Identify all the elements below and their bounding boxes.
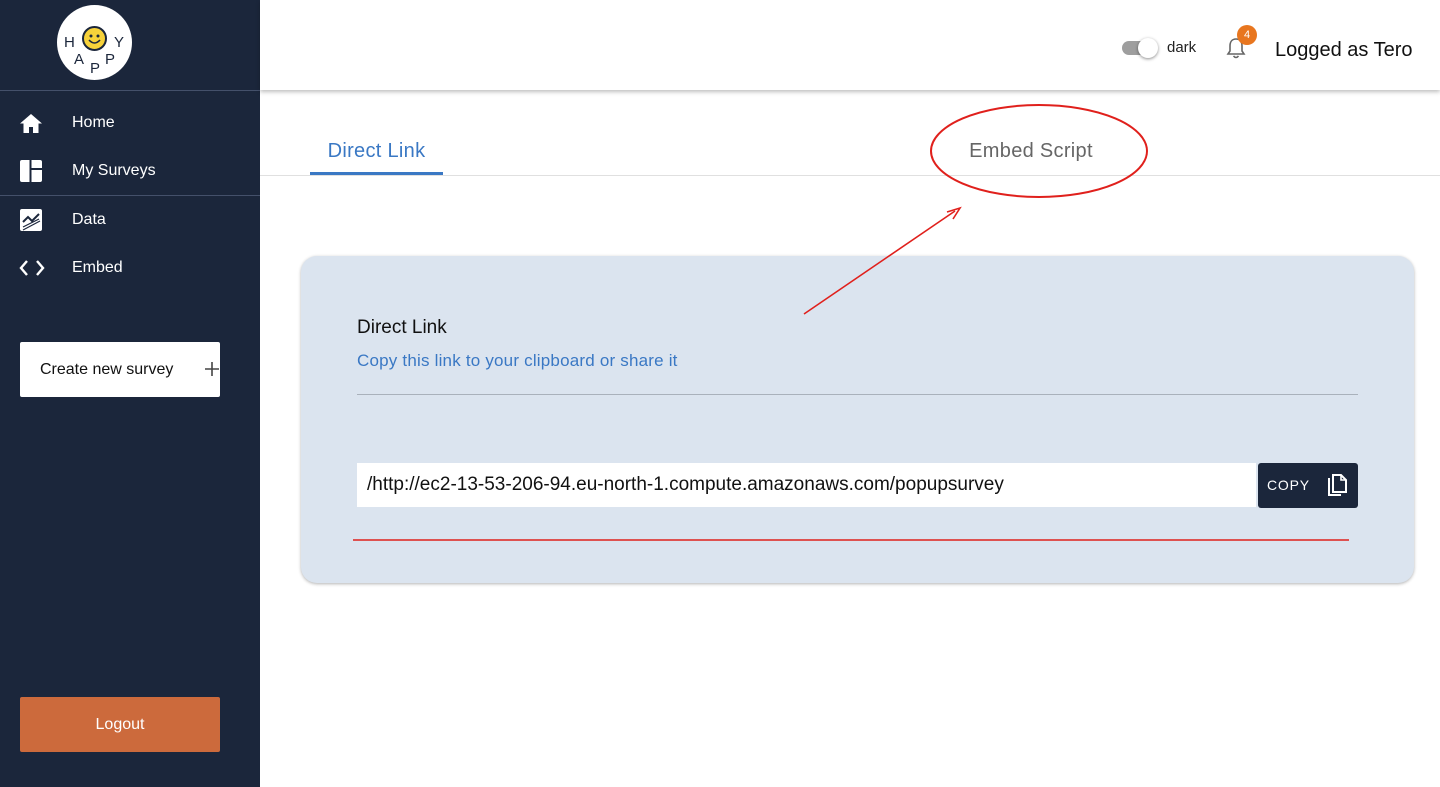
card-subtitle: Copy this link to your clipboard or shar…: [357, 351, 678, 370]
toggle-thumb: [1138, 38, 1158, 58]
annotation-arrowhead: [946, 206, 962, 220]
sidebar-item-label: Embed: [72, 259, 123, 276]
dark-mode-label: dark: [1167, 39, 1197, 56]
chart-icon: [19, 208, 43, 232]
logout-button[interactable]: Logout: [20, 697, 220, 752]
logo-letter: Y: [114, 34, 125, 51]
direct-link-field[interactable]: [357, 463, 1256, 507]
sidebar-divider: [0, 90, 260, 91]
code-icon: [19, 256, 45, 280]
sidebar-item-my-surveys[interactable]: My Surveys: [0, 149, 260, 193]
logo-letter: P: [105, 51, 116, 68]
tab-direct-link[interactable]: Direct Link: [310, 128, 443, 174]
top-header: dark 4 Logged as Tero: [260, 0, 1440, 90]
dashboard-icon: [19, 159, 43, 183]
plus-icon: [204, 361, 220, 377]
copy-label: COPY: [1267, 477, 1310, 493]
dark-mode-toggle[interactable]: [1122, 38, 1158, 58]
logo-letter: H: [64, 34, 75, 51]
copy-icon: [1326, 473, 1348, 499]
notification-count-badge: 4: [1237, 25, 1257, 45]
copy-button[interactable]: COPY: [1258, 463, 1358, 508]
happy-app-logo[interactable]: H Y A P P: [57, 5, 132, 80]
sidebar-item-home[interactable]: Home: [0, 101, 260, 145]
smiley-face-icon: [82, 26, 107, 51]
sidebar-divider: [0, 195, 260, 196]
logout-label: Logout: [95, 715, 145, 733]
logo-letter: P: [90, 60, 101, 77]
logged-in-user-label: Logged as Tero: [1275, 39, 1413, 61]
direct-link-card: Direct Link Copy this link to your clipb…: [301, 256, 1414, 583]
sidebar-item-label: Data: [72, 211, 106, 228]
home-icon: [19, 111, 43, 135]
create-new-survey-label: Create new survey: [40, 360, 174, 378]
card-title: Direct Link: [357, 317, 447, 338]
create-new-survey-button[interactable]: Create new survey: [20, 342, 220, 397]
sidebar-item-embed[interactable]: Embed: [0, 246, 260, 290]
logo-letter: A: [74, 51, 85, 68]
card-divider: [357, 394, 1358, 395]
tabs-divider: [260, 175, 1440, 176]
sidebar-item-label: Home: [72, 114, 115, 131]
sidebar: H Y A P P Home My Surveys Data Embed Cre…: [0, 0, 260, 787]
tab-embed-script[interactable]: Embed Script: [930, 128, 1132, 174]
sidebar-item-data[interactable]: Data: [0, 198, 260, 242]
sidebar-item-label: My Surveys: [72, 162, 156, 179]
